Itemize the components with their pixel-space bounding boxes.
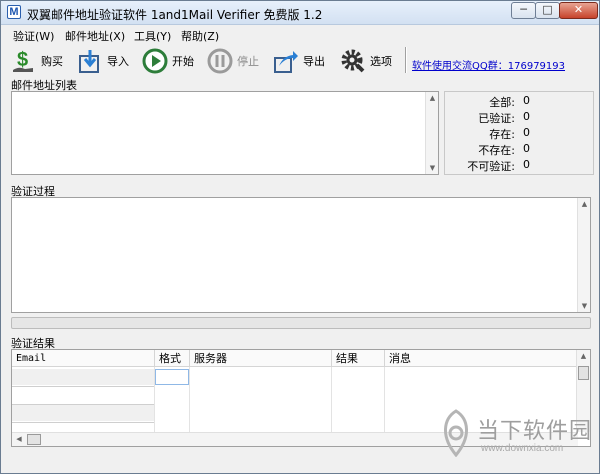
import-icon bbox=[79, 50, 99, 73]
stat-value: 0 bbox=[523, 94, 530, 107]
menu-verify[interactable]: 验证(W) bbox=[13, 28, 54, 44]
column-header-format[interactable]: 格式 bbox=[155, 350, 190, 367]
stat-label: 不可验证: bbox=[467, 160, 515, 173]
stat-value: 0 bbox=[523, 126, 530, 139]
stat-row-exists: 存在: 0 bbox=[445, 126, 593, 142]
scroll-up-icon[interactable]: ▲ bbox=[578, 200, 591, 208]
menu-bar: 验证(W) 邮件地址(X) 工具(Y) 帮助(Z) bbox=[1, 26, 599, 44]
close-button[interactable]: ✕ bbox=[559, 2, 598, 19]
stat-row-verified: 已验证: 0 bbox=[445, 110, 593, 126]
column-header-result[interactable]: 结果 bbox=[332, 350, 385, 367]
import-label: 导入 bbox=[107, 55, 129, 68]
table-row[interactable] bbox=[12, 405, 154, 421]
stat-value: 0 bbox=[523, 158, 530, 171]
start-button[interactable]: 开始 bbox=[142, 47, 194, 75]
watermark: 当下软件园 www.downxia.com bbox=[437, 405, 597, 465]
menu-tools[interactable]: 工具(Y) bbox=[134, 28, 171, 44]
qq-group-link[interactable]: 软件使用交流QQ群：176979193 bbox=[412, 57, 565, 72]
menu-email-address[interactable]: 邮件地址(X) bbox=[65, 28, 125, 44]
scroll-thumb[interactable] bbox=[27, 434, 41, 445]
watermark-url: www.downxia.com bbox=[481, 443, 564, 454]
export-icon bbox=[274, 51, 298, 73]
stats-panel: 全部: 0 已验证: 0 存在: 0 不存在: 0 不可验证: 0 bbox=[444, 91, 594, 175]
focused-cell[interactable] bbox=[155, 369, 189, 385]
results-header: Email 格式 服务器 结果 消息 bbox=[12, 350, 577, 367]
stop-label: 停止 bbox=[237, 55, 259, 68]
start-label: 开始 bbox=[172, 55, 194, 68]
progress-bar bbox=[11, 317, 591, 329]
watermark-logo-icon bbox=[444, 409, 468, 457]
row-divider bbox=[12, 422, 154, 423]
stat-label: 已验证: bbox=[478, 112, 515, 125]
toolbar: $ 购买 导入 开始 停止 导出 选项 软件使用交流QQ群：176979193 bbox=[1, 45, 599, 77]
process-scrollbar[interactable]: ▲ ▼ bbox=[577, 198, 590, 312]
scroll-up-icon[interactable]: ▲ bbox=[577, 352, 590, 360]
stat-value: 0 bbox=[523, 142, 530, 155]
table-row[interactable] bbox=[12, 369, 154, 385]
scroll-left-icon[interactable]: ◀ bbox=[14, 435, 24, 443]
title-bar[interactable]: M 双翼邮件地址验证软件 1and1Mail Verifier 免费版 1.2 … bbox=[1, 1, 599, 25]
watermark-text: 当下软件园 bbox=[477, 419, 593, 444]
toolbar-separator bbox=[405, 47, 407, 73]
stat-row-not-exists: 不存在: 0 bbox=[445, 142, 593, 158]
table-row[interactable] bbox=[12, 387, 154, 403]
scroll-down-icon[interactable]: ▼ bbox=[426, 164, 439, 172]
minimize-button[interactable]: ─ bbox=[511, 2, 536, 19]
app-window: M 双翼邮件地址验证软件 1and1Mail Verifier 免费版 1.2 … bbox=[0, 0, 600, 474]
process-log-box[interactable]: ▲ ▼ bbox=[11, 197, 591, 313]
app-logo-icon: M bbox=[7, 5, 21, 19]
scroll-thumb[interactable] bbox=[578, 366, 589, 380]
stat-row-all: 全部: 0 bbox=[445, 94, 593, 110]
import-button[interactable]: 导入 bbox=[77, 47, 129, 75]
column-header-email[interactable]: Email bbox=[12, 350, 155, 367]
stop-button[interactable]: 停止 bbox=[207, 47, 259, 75]
pause-icon bbox=[207, 48, 233, 74]
stat-label: 全部: bbox=[489, 96, 515, 109]
play-icon bbox=[142, 48, 168, 74]
stat-row-unverifiable: 不可验证: 0 bbox=[445, 158, 593, 174]
buy-button[interactable]: $ 购买 bbox=[11, 47, 63, 75]
svg-text:$: $ bbox=[17, 49, 28, 71]
export-label: 导出 bbox=[303, 55, 325, 68]
options-button[interactable]: 选项 bbox=[340, 47, 392, 75]
column-header-message[interactable]: 消息 bbox=[385, 350, 577, 367]
stat-label: 存在: bbox=[489, 128, 515, 141]
options-label: 选项 bbox=[370, 55, 392, 68]
menu-help[interactable]: 帮助(Z) bbox=[181, 28, 219, 44]
dollar-hand-icon: $ bbox=[13, 49, 33, 72]
column-header-server[interactable]: 服务器 bbox=[190, 350, 332, 367]
maximize-button[interactable]: □ bbox=[535, 2, 560, 19]
stat-label: 不存在: bbox=[478, 144, 515, 157]
stat-value: 0 bbox=[523, 110, 530, 123]
gear-icon bbox=[341, 49, 365, 73]
window-title: 双翼邮件地址验证软件 1and1Mail Verifier 免费版 1.2 bbox=[27, 8, 323, 22]
export-button[interactable]: 导出 bbox=[273, 47, 325, 75]
scroll-down-icon[interactable]: ▼ bbox=[578, 302, 591, 310]
email-list-scrollbar[interactable]: ▲ ▼ bbox=[425, 92, 438, 174]
scroll-up-icon[interactable]: ▲ bbox=[426, 94, 439, 102]
buy-label: 购买 bbox=[41, 55, 63, 68]
email-list-box[interactable]: ▲ ▼ bbox=[11, 91, 439, 175]
